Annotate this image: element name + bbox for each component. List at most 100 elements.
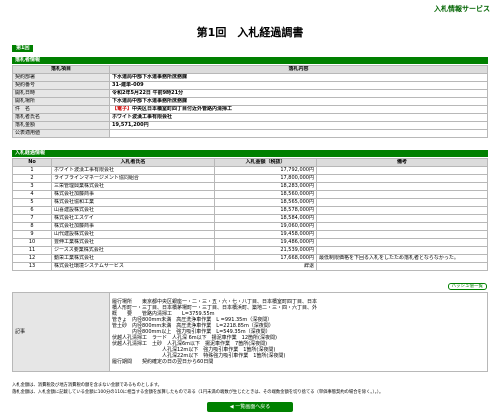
bid-no: 7 bbox=[12, 214, 52, 223]
info-row: 件 名【電子】中央区日本橋室町四丁目付近外管路内清掃工 bbox=[12, 105, 488, 114]
bid-amount: 17,800,000円 bbox=[214, 174, 317, 183]
bid-no: 6 bbox=[12, 206, 52, 215]
info-row: 公表適用値 bbox=[12, 129, 488, 138]
footnote: 落札金額は、入札金額に記載している金額に100分の110に相当する金額を加算した… bbox=[12, 390, 384, 395]
back-to-list-button[interactable]: ◀ 一覧画面へ戻る bbox=[207, 402, 293, 412]
bid-no: 5 bbox=[12, 198, 52, 207]
bid-amount: 21,539,000円 bbox=[214, 246, 317, 255]
hash-list-button[interactable]: ハッシュ値一覧 bbox=[447, 283, 487, 290]
col-no-header: No bbox=[12, 158, 52, 167]
info-value: 令和2年5月22日 午前9時21分 bbox=[112, 90, 184, 97]
round-tag: 第1回 bbox=[12, 45, 34, 52]
bid-row: 7 株式会社エスケイ 18,584,000円 bbox=[12, 214, 488, 223]
bid-amount: 18,560,000円 bbox=[214, 190, 317, 199]
bid-remark bbox=[316, 190, 488, 199]
col-item-header: 落札項目 bbox=[12, 65, 110, 74]
electronic-notice: 【電子】 bbox=[112, 106, 133, 113]
bidder-name: 豊伸工業株式会社 bbox=[51, 238, 215, 247]
bid-list-table: No 入札者氏名 入札金額（税抜） 備考 1 ホワイト波漢工事有限会社 17,792… bbox=[12, 158, 488, 271]
info-value: 31-建単-009 bbox=[112, 82, 144, 89]
bid-no: 11 bbox=[12, 246, 52, 255]
info-value: 下水道局中部下水道事務所庶務課 bbox=[112, 74, 188, 81]
bid-amount: 17,792,000円 bbox=[214, 166, 317, 175]
info-label: 開札日時 bbox=[12, 89, 110, 98]
bidder-name: 株式会社加藤商事 bbox=[51, 190, 215, 199]
info-section-header: 落札者情報 bbox=[12, 57, 488, 64]
bid-amount: 19,458,000円 bbox=[214, 230, 317, 239]
bid-no: 9 bbox=[12, 230, 52, 239]
bid-remark bbox=[316, 174, 488, 183]
footnote: 入札金額は、消費税及び地方消費税の額を含まない金額であるものとします。 bbox=[12, 383, 162, 388]
info-row: 落札金額 19,571,200円 bbox=[12, 121, 488, 130]
bid-row: 9 山代建設株式会社 19,458,000円 bbox=[12, 230, 488, 239]
info-label: 落札金額 bbox=[12, 121, 110, 130]
info-label: 公表適用値 bbox=[12, 129, 110, 138]
bid-amount: 18,283,000円 bbox=[214, 182, 317, 191]
info-row: 開札場所 下水道局中部下水道事務所庶務課 bbox=[12, 97, 488, 106]
bid-remark bbox=[316, 238, 488, 247]
info-value-cell: 31-建単-009 bbox=[109, 81, 488, 90]
bidder-name: 三栄管理興業株式会社 bbox=[51, 182, 215, 191]
bid-remark: 最低制限価格を下回る入札をしたため落札者とならなかった。 bbox=[316, 254, 488, 263]
info-table-header: 落札項目 落札内容 bbox=[12, 65, 488, 74]
info-table: 落札項目 落札内容 契約部署 下水道局中部下水道事務所庶務課 契約番号 31-建単-0… bbox=[12, 65, 488, 138]
bid-remark bbox=[316, 230, 488, 239]
remarks-table: 記事 履行場所 東京都中央区銀座一・二・三・五・六・七・八丁目、日本橋室町四丁目… bbox=[12, 292, 488, 372]
col-name-header: 入札者氏名 bbox=[51, 158, 215, 167]
bid-no: 12 bbox=[12, 254, 52, 263]
bid-remark bbox=[316, 214, 488, 223]
bid-remark bbox=[316, 262, 488, 271]
bidder-name: ジースス要業株式会社 bbox=[51, 246, 215, 255]
bid-remark bbox=[316, 246, 488, 255]
bid-row: 1 ホワイト波漢工事有限会社 17,792,000円 bbox=[12, 166, 488, 175]
bid-remark bbox=[316, 198, 488, 207]
bid-row: 13 株式会社環境システムサービス 辞退 bbox=[12, 262, 488, 271]
bidder-name: ライフラインマネージメント協同組合 bbox=[51, 174, 215, 183]
info-value-cell: 【電子】中央区日本橋室町四丁目付近外管路内清掃工 bbox=[109, 105, 488, 114]
page-title: 第1回 入札経過調書 bbox=[196, 26, 304, 39]
info-label: 開札場所 bbox=[12, 97, 110, 106]
info-value-cell: ホワイト波漢工事有限会社 bbox=[109, 113, 488, 122]
bidder-name: 株式会社環境システムサービス bbox=[51, 262, 215, 271]
bid-no: 8 bbox=[12, 222, 52, 231]
list-section-header: 入札経過情報 bbox=[12, 150, 488, 157]
remarks-cell: 履行場所 東京都中央区銀座一・二・三・五・六・七・八丁目、日本橋室町四丁目、日本… bbox=[109, 292, 488, 372]
info-value-cell: 19,571,200円 bbox=[109, 121, 488, 130]
info-value: 19,571,200円 bbox=[112, 122, 149, 129]
info-row: 開札日時 令和2年5月22日 午前9時21分 bbox=[12, 89, 488, 98]
bid-remark bbox=[316, 166, 488, 175]
footnotes: 入札金額は、消費税及び地方消費税の額を含まない金額であるものとします。 落札金額… bbox=[12, 382, 488, 396]
bid-amount: 辞退 bbox=[214, 262, 317, 271]
info-label: 契約部署 bbox=[12, 73, 110, 82]
bidder-name: 株式会社エスケイ bbox=[51, 214, 215, 223]
bid-row: 2 ライフラインマネージメント協同組合 17,800,000円 bbox=[12, 174, 488, 183]
info-label: 件 名 bbox=[12, 105, 110, 114]
bidder-name: 山代建設株式会社 bbox=[51, 230, 215, 239]
bid-row: 12 動栄工業株式会社 17,668,000円 最低制限価格を下回る入札をしたため落札… bbox=[12, 254, 488, 263]
bid-no: 3 bbox=[12, 182, 52, 191]
bid-remark bbox=[316, 206, 488, 215]
bid-amount: 18,584,000円 bbox=[214, 214, 317, 223]
bidder-name: 山喜建設株式会社 bbox=[51, 206, 215, 215]
info-row: 落札者氏名 ホワイト波漢工事有限会社 bbox=[12, 113, 488, 122]
bid-no: 13 bbox=[12, 262, 52, 271]
service-title: 入札情報サービス bbox=[434, 5, 490, 13]
col-amount-header: 入札金額（税抜） bbox=[214, 158, 317, 167]
bid-row: 4 株式会社加藤商事 18,560,000円 bbox=[12, 190, 488, 199]
info-value: 下水道局中部下水道事務所庶務課 bbox=[112, 98, 188, 105]
info-value-cell: 令和2年5月22日 午前9時21分 bbox=[109, 89, 488, 98]
bidder-name: 動栄工業株式会社 bbox=[51, 254, 215, 263]
col-content-header: 落札内容 bbox=[109, 65, 488, 74]
bid-row: 11 ジースス要業株式会社 21,539,000円 bbox=[12, 246, 488, 255]
info-value-cell bbox=[109, 129, 488, 138]
info-value: ホワイト波漢工事有限会社 bbox=[112, 114, 173, 121]
bid-row: 3 三栄管理興業株式会社 18,283,000円 bbox=[12, 182, 488, 191]
bid-row: 5 株式会社協和工業 18,565,000円 bbox=[12, 198, 488, 207]
bid-row: 6 山喜建設株式会社 18,578,000円 bbox=[12, 206, 488, 215]
info-label: 落札者氏名 bbox=[12, 113, 110, 122]
bid-row: 8 株式会社加藤商事 19,060,000円 bbox=[12, 222, 488, 231]
info-value-cell: 下水道局中部下水道事務所庶務課 bbox=[109, 97, 488, 106]
info-row: 契約部署 下水道局中部下水道事務所庶務課 bbox=[12, 73, 488, 82]
list-table-header: No 入札者氏名 入札金額（税抜） 備考 bbox=[12, 158, 488, 167]
bid-amount: 17,668,000円 bbox=[214, 254, 317, 263]
